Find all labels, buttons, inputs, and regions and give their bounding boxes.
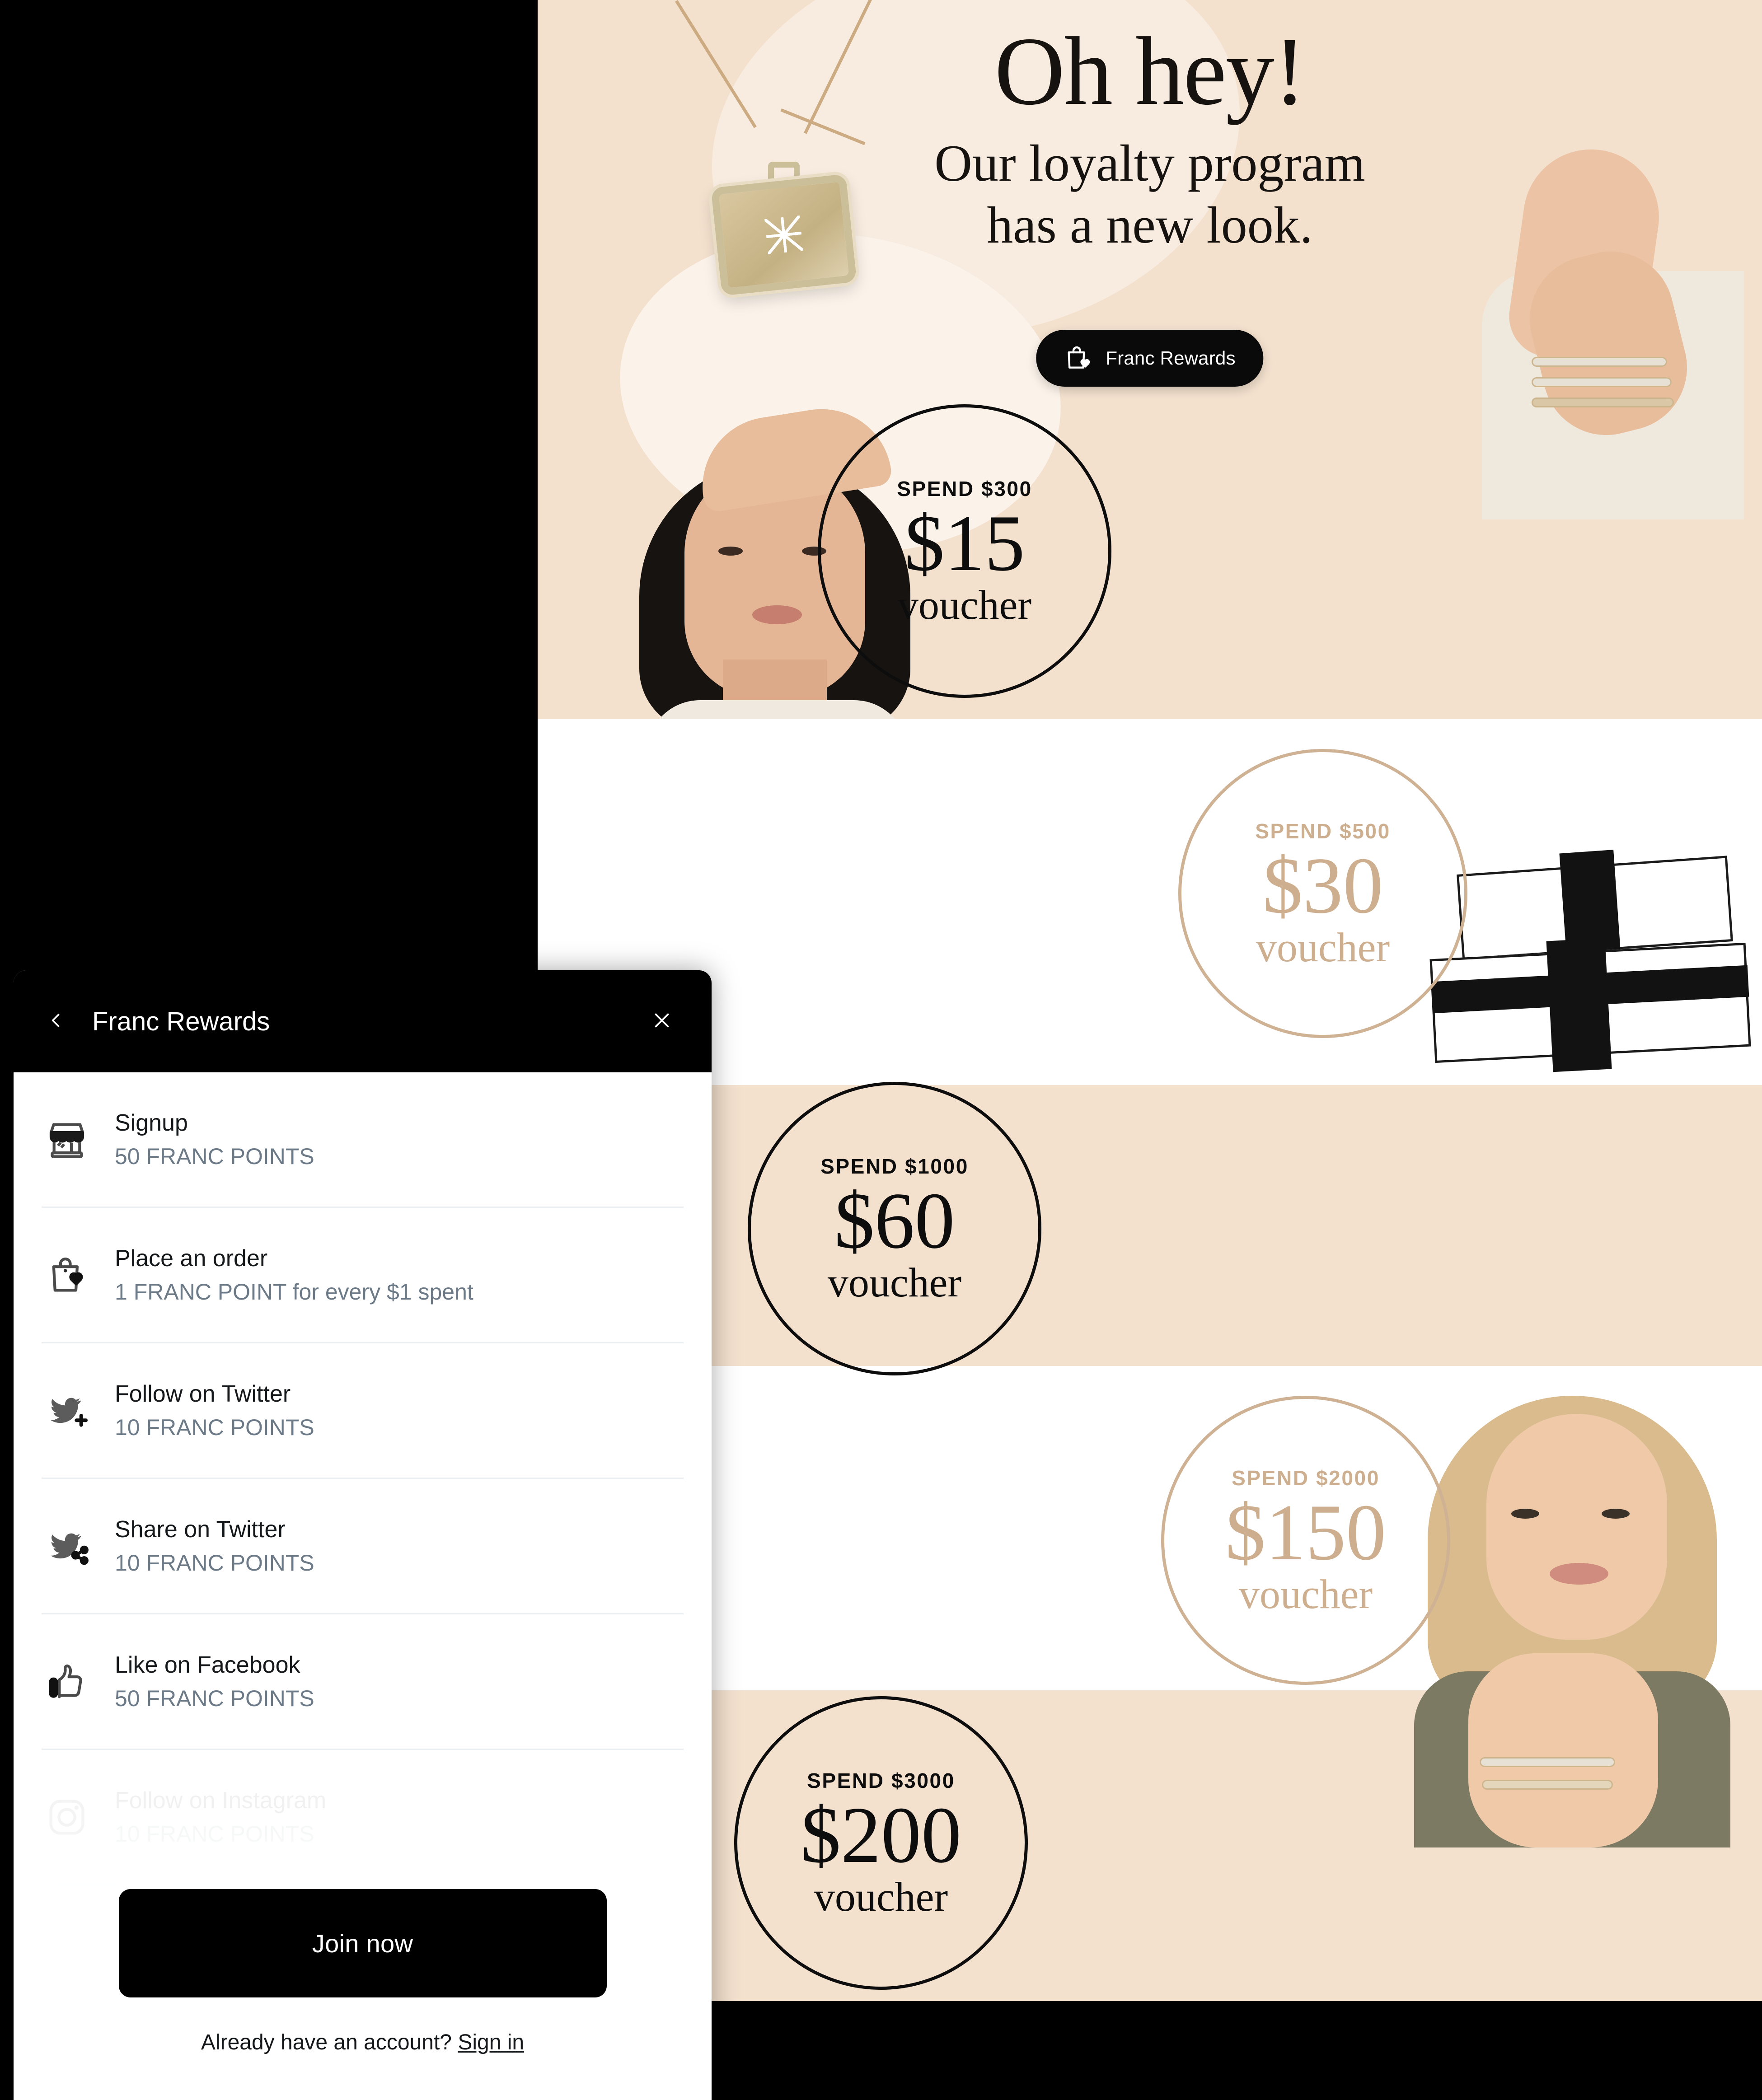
- voucher-amount: $150: [1225, 1487, 1386, 1577]
- twitter-follow-icon: [42, 1385, 92, 1436]
- chevron-left-icon: [46, 1010, 66, 1033]
- voucher-badge-150: SPEND $2000 $150 voucher: [1161, 1396, 1450, 1685]
- franc-rewards-pill-label: Franc Rewards: [1106, 347, 1236, 369]
- franc-rewards-pill-button[interactable]: Franc Rewards: [1036, 330, 1264, 387]
- reward-title: Like on Facebook: [115, 1652, 300, 1679]
- voucher-unit-label: voucher: [814, 1874, 948, 1920]
- voucher-amount: $30: [1262, 841, 1383, 930]
- panel-footer: Join now Already have an account? Sign i…: [14, 1829, 712, 2100]
- voucher-badge-15: SPEND $300 $15 voucher: [818, 404, 1111, 698]
- list-item[interactable]: Like on Facebook 50 FRANC POINTS: [42, 1614, 684, 1750]
- list-item[interactable]: Follow on Twitter 10 FRANC POINTS: [42, 1343, 684, 1479]
- reward-points: 10 FRANC POINTS: [115, 1414, 314, 1440]
- voucher-amount: $60: [834, 1176, 955, 1265]
- voucher-spend-label: SPEND $500: [1255, 819, 1391, 843]
- franc-rewards-panel: Franc Rewards Signup 50 FRANC POINTS Pla…: [14, 970, 712, 2100]
- close-icon: [651, 1010, 672, 1033]
- list-item[interactable]: Signup 50 FRANC POINTS: [42, 1072, 684, 1208]
- back-button[interactable]: [42, 1007, 70, 1036]
- screen-root: $: [0, 0, 1762, 2100]
- voucher-badge-30: SPEND $500 $30 voucher: [1178, 749, 1467, 1038]
- headline-line-2: Our loyalty program: [934, 135, 1365, 193]
- voucher-unit-label: voucher: [897, 582, 1032, 628]
- voucher-spend-label: SPEND $300: [897, 477, 1032, 500]
- loyalty-promo-artwork: $: [538, 0, 1762, 2001]
- reward-title: Follow on Instagram: [115, 1787, 327, 1814]
- join-now-button[interactable]: Join now: [118, 1889, 607, 1997]
- sign-in-link[interactable]: Sign in: [458, 2030, 524, 2054]
- panel-header: Franc Rewards: [14, 970, 712, 1072]
- reward-title: Place an order: [115, 1245, 268, 1272]
- reward-title: Signup: [115, 1110, 188, 1137]
- reward-points: 50 FRANC POINTS: [115, 1685, 314, 1711]
- voucher-badge-200: SPEND $3000 $200 voucher: [734, 1696, 1028, 1990]
- shopping-bag-icon: [42, 1250, 92, 1300]
- voucher-unit-label: voucher: [1256, 924, 1390, 970]
- twitter-share-icon: [42, 1521, 92, 1571]
- reward-points: 1 FRANC POINT for every $1 spent: [115, 1279, 473, 1305]
- voucher-amount: $200: [801, 1790, 961, 1880]
- reward-points: 10 FRANC POINTS: [115, 1550, 314, 1576]
- voucher-amount: $15: [904, 498, 1025, 588]
- storefront-icon: [42, 1114, 92, 1165]
- reward-title: Share on Twitter: [115, 1516, 286, 1543]
- gift-boxes-image: [1428, 838, 1762, 1163]
- signin-row: Already have an account? Sign in: [201, 2030, 524, 2055]
- voucher-spend-label: SPEND $1000: [820, 1155, 969, 1178]
- model-smiling-image: [1401, 1382, 1744, 1847]
- signin-prompt-text: Already have an account?: [201, 2030, 458, 2054]
- headline-line-1: Oh hey!: [994, 17, 1306, 125]
- close-button[interactable]: [647, 1007, 676, 1036]
- voucher-spend-label: SPEND $3000: [807, 1769, 955, 1792]
- list-item[interactable]: Place an order 1 FRANC POINT for every $…: [42, 1208, 684, 1343]
- promo-headline: Oh hey! Our loyalty program has a new lo…: [538, 17, 1762, 257]
- voucher-spend-label: SPEND $2000: [1232, 1466, 1380, 1490]
- thumbs-up-icon: [42, 1656, 92, 1707]
- voucher-badge-60: SPEND $1000 $60 voucher: [748, 1082, 1041, 1375]
- voucher-unit-label: voucher: [827, 1259, 962, 1305]
- list-item[interactable]: Share on Twitter 10 FRANC POINTS: [42, 1479, 684, 1614]
- reward-title: Follow on Twitter: [115, 1381, 291, 1408]
- rewards-list: Signup 50 FRANC POINTS Place an order 1 …: [14, 1072, 712, 1885]
- voucher-unit-label: voucher: [1238, 1571, 1373, 1617]
- reward-points: 50 FRANC POINTS: [115, 1143, 314, 1169]
- panel-title: Franc Rewards: [92, 1006, 270, 1036]
- headline-line-3: has a new look.: [987, 196, 1313, 255]
- shopping-bag-heart-icon: [1064, 344, 1092, 372]
